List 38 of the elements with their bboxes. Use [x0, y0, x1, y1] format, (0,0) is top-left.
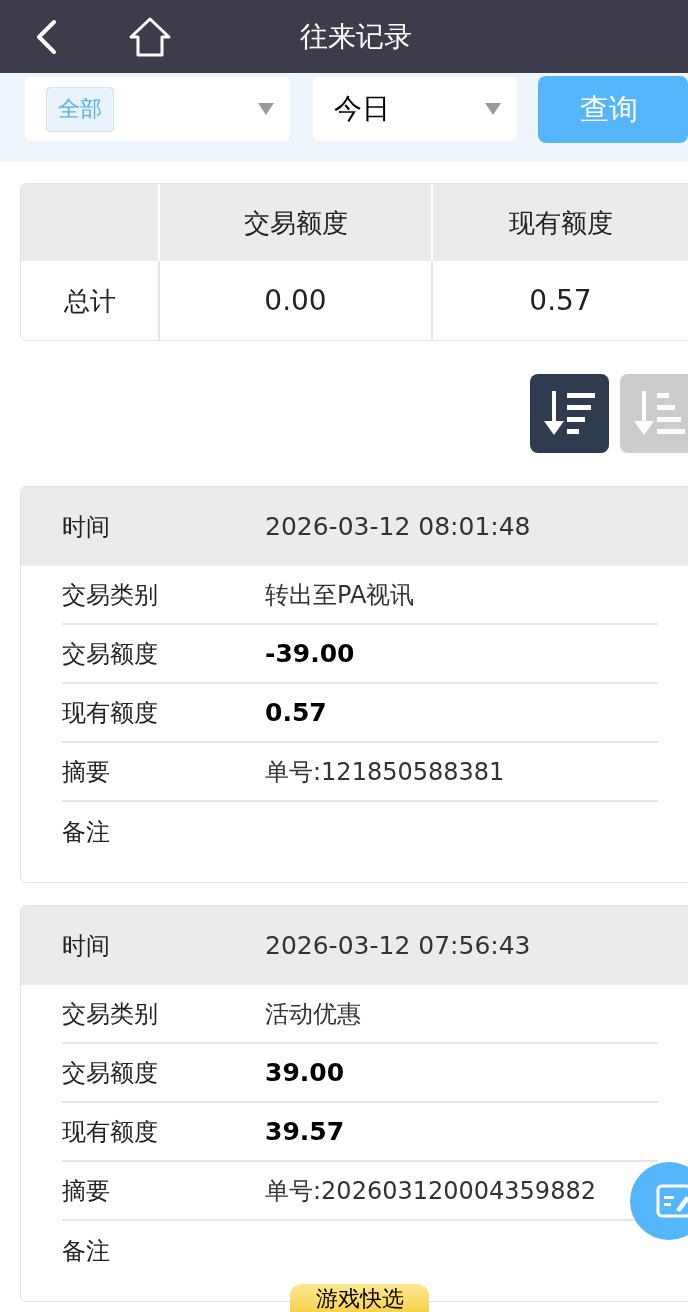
category-tag: 全部 — [46, 86, 114, 132]
field-value: 转出至PA视讯 — [265, 582, 415, 607]
field-label: 摘要 — [62, 1178, 110, 1203]
field-label: 现有额度 — [62, 700, 158, 725]
period-select[interactable]: 今日 — [313, 77, 517, 141]
quick-pick-button[interactable]: 游戏快选 — [290, 1284, 429, 1312]
field-label: 时间 — [62, 514, 110, 539]
field-label: 时间 — [62, 933, 110, 958]
home-icon[interactable] — [128, 15, 172, 58]
field-label: 交易类别 — [62, 582, 158, 607]
field-label: 备注 — [62, 1238, 110, 1263]
dropdown-caret-icon — [258, 103, 275, 115]
field-value: 0.57 — [265, 700, 327, 725]
field-label: 备注 — [62, 819, 110, 844]
period-value: 今日 — [334, 95, 391, 123]
table-cell-text: 0.57 — [528, 282, 593, 319]
table-cell: 0.00 — [160, 261, 433, 340]
field-value: 39.57 — [265, 1119, 345, 1144]
field-value: 2026-03-12 08:01:48 — [265, 514, 531, 539]
page-title: 往来记录 — [300, 22, 412, 51]
field-value: 39.00 — [265, 1060, 345, 1085]
field-label: 现有额度 — [62, 1119, 158, 1144]
field-value: 单号:202603120004359882 — [265, 1178, 596, 1203]
sort-descending-icon — [542, 390, 597, 437]
field-value: 2026-03-12 07:56:43 — [265, 933, 531, 958]
table-header-cell-text: 现有额度 — [507, 206, 614, 240]
sort-ascending-icon — [632, 390, 687, 437]
field-label: 交易类别 — [62, 1001, 158, 1026]
field-value: -39.00 — [265, 641, 355, 666]
note-edit-icon — [656, 1184, 688, 1218]
field-label: 摘要 — [62, 759, 110, 784]
field-value: 单号:121850588381 — [265, 759, 505, 784]
sort-button[interactable] — [530, 374, 609, 453]
field-label: 交易额度 — [62, 641, 158, 666]
table-row-label: 总计 — [21, 261, 160, 340]
dropdown-caret-icon — [485, 103, 501, 115]
field-label: 交易额度 — [62, 1060, 158, 1085]
field-value: 活动优惠 — [265, 1001, 361, 1026]
